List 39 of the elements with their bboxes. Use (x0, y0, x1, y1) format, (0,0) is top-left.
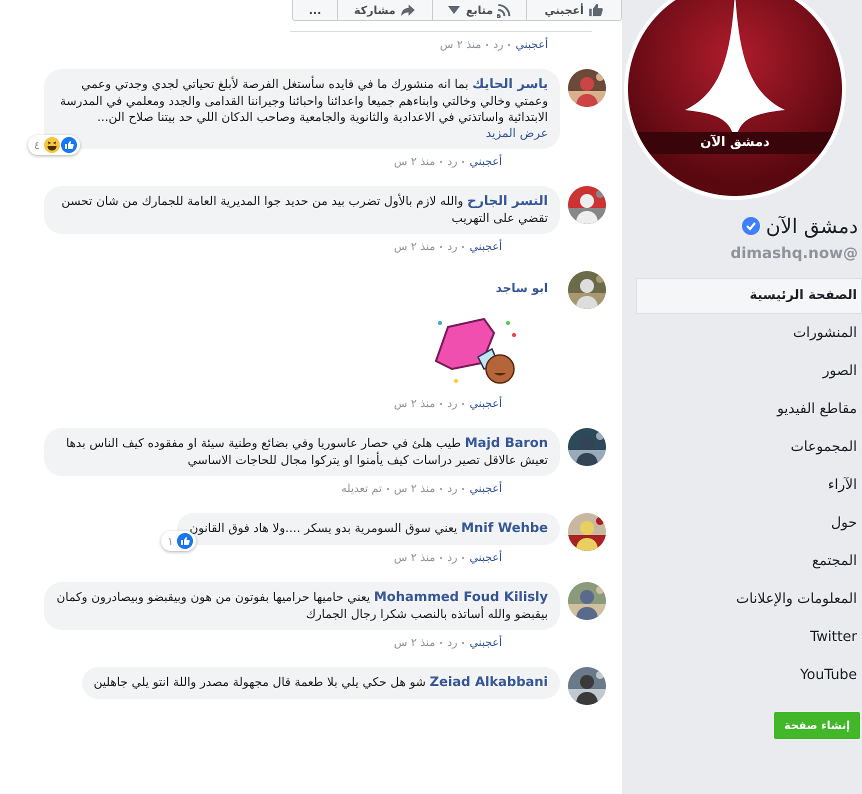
nav-item[interactable]: المعلومات والإعلانات (636, 581, 862, 618)
commenter-name[interactable]: Zeiad Alkabbani (430, 675, 548, 690)
nav-item[interactable]: المجتمع (636, 543, 862, 580)
page-name[interactable]: دمشق الآن (766, 214, 858, 238)
share-button[interactable]: مشاركة (336, 0, 432, 20)
nav-item[interactable]: الآراء (636, 467, 862, 504)
like-link[interactable]: أعجبني (469, 155, 502, 168)
more-button[interactable]: ... (292, 0, 337, 20)
nav-item[interactable]: مقاطع الفيديو (636, 391, 862, 428)
see-more-link[interactable]: عرض المزيد (486, 126, 548, 140)
commenter-name[interactable]: ابو ساجد (496, 281, 548, 295)
nav-item[interactable]: حول (636, 505, 862, 542)
like-link[interactable]: أعجبني (515, 38, 548, 51)
nav-item[interactable]: المنشورات (636, 315, 862, 352)
like-icon (588, 2, 604, 18)
laughing-face-icon (44, 137, 60, 153)
like-link[interactable]: أعجبني (469, 636, 502, 649)
like-link[interactable]: أعجبني (469, 482, 502, 495)
commenter-name[interactable]: النسر الجارح (467, 194, 548, 209)
nav-item[interactable]: YouTube (636, 657, 862, 694)
share-icon (400, 2, 416, 18)
nav-item[interactable]: Twitter (636, 619, 862, 656)
commenter-name[interactable]: Mohammed Foud Kilisly (374, 590, 548, 605)
nav-item[interactable]: الصفحة الرئيسية (636, 278, 862, 314)
commenter-name[interactable]: Majd Baron (464, 436, 548, 451)
nav-item[interactable]: المجموعات (636, 429, 862, 466)
commenter-name[interactable]: ياسر الحايك (472, 77, 548, 92)
like-link[interactable]: أعجبني (469, 397, 502, 410)
nav-item[interactable]: الصور (636, 353, 862, 390)
comment-text: النسر الجارح والله لازم بالأول تضرب بيد من حديد جوا المديرية العامة للجمارك من شان تحسن تقضي على التهريب (60, 193, 548, 226)
like-link[interactable]: أعجبني (469, 240, 502, 253)
follow-button[interactable]: متابع (432, 0, 526, 20)
like-button[interactable]: أعجبني (526, 0, 621, 20)
thumbs-up-icon (177, 533, 194, 549)
like-link[interactable]: أعجبني (469, 551, 502, 564)
thumbs-up-icon (60, 137, 77, 153)
follow-icon (497, 2, 514, 18)
commenter-name[interactable]: Mnif Wehbe (461, 521, 548, 536)
edited-label: تم تعديله (341, 482, 382, 495)
